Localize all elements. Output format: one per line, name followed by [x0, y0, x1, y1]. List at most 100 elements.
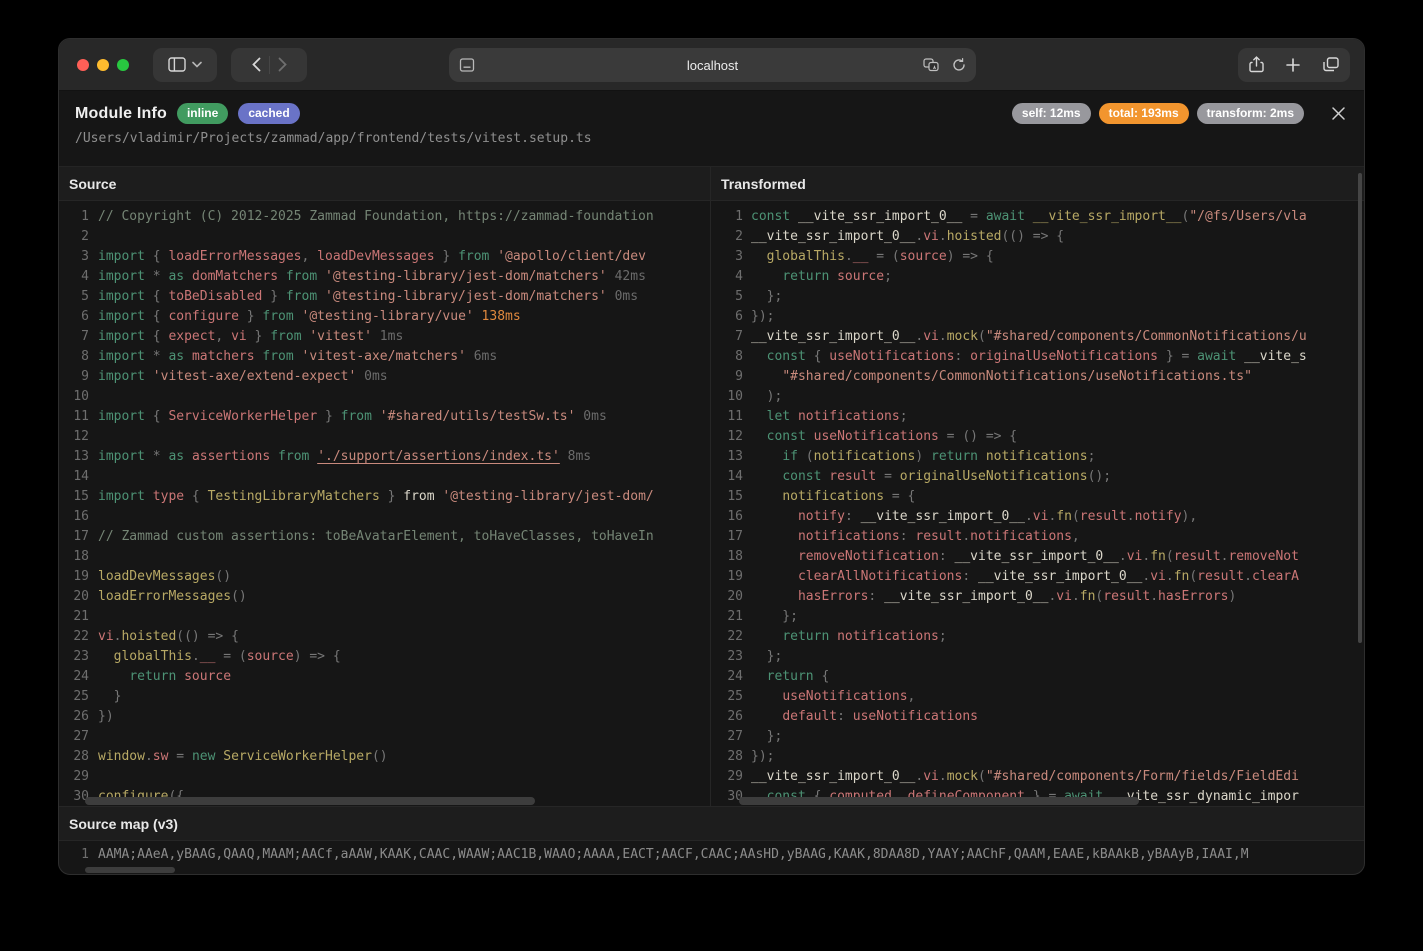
line-number: 28: [59, 747, 89, 767]
code-line: 2: [59, 227, 710, 247]
translate-icon[interactable]: [923, 58, 940, 72]
code-token: domMatchers: [192, 267, 278, 287]
code-token: notifications: [798, 407, 900, 427]
sidebar-toggle-button[interactable]: [153, 48, 217, 82]
code-token: (: [1072, 507, 1080, 527]
code-token: '@testing-library/jest-dom/matchers': [325, 287, 607, 307]
line-number: 23: [711, 647, 743, 667]
horizontal-scrollbar[interactable]: [739, 797, 1139, 805]
code-token: "#shared/components/CommonNotifications/…: [986, 327, 1307, 347]
code-token: from: [270, 447, 317, 467]
tab-overview-icon[interactable]: [1323, 57, 1339, 72]
forward-button[interactable]: [278, 57, 287, 72]
code-token: .: [1244, 567, 1252, 587]
code-token: source: [247, 647, 294, 667]
code-token: :: [868, 587, 884, 607]
module-link[interactable]: './support/assertions/index.ts': [317, 447, 560, 467]
code-token: fn: [1150, 547, 1166, 567]
code-token: ;: [1088, 447, 1096, 467]
code-token: import: [98, 487, 153, 507]
code-token: notifications: [837, 627, 939, 647]
code-token: const: [767, 347, 814, 367]
code-token: hoisted: [947, 227, 1002, 247]
code-token: new: [192, 747, 223, 767]
horizontal-scrollbar[interactable]: [85, 867, 175, 873]
code-token: }: [98, 687, 121, 707]
code-line: 15 notifications = {: [711, 487, 1364, 507]
line-number: 6: [711, 307, 743, 327]
line-number: 29: [711, 767, 743, 787]
code-token: [751, 507, 798, 527]
sourcemap-code[interactable]: 1AAMA;AAeA,yBAAG,QAAQ,MAAM;AACf,aAAW,KAA…: [59, 841, 1364, 875]
code-token: 1ms: [372, 327, 403, 347]
code-token: 8ms: [560, 447, 591, 467]
new-tab-icon[interactable]: [1286, 58, 1300, 72]
reload-icon[interactable]: [952, 58, 966, 72]
zoom-window-button[interactable]: [117, 59, 129, 71]
line-number: 30: [711, 787, 743, 806]
line-number: 26: [59, 707, 89, 727]
transformed-code[interactable]: 1const __vite_ssr_import_0__ = await __v…: [711, 201, 1364, 806]
code-line: 13import * as assertions from './support…: [59, 447, 710, 467]
vertical-scrollbar[interactable]: [1358, 173, 1362, 643]
code-token: // Zammad custom assertions: toBeAvatarE…: [98, 527, 654, 547]
code-token: originalUseNotifications: [900, 467, 1088, 487]
code-token: from: [403, 487, 442, 507]
code-token: 'vitest': [309, 327, 372, 347]
code-token: [751, 447, 782, 467]
code-line: 29: [59, 767, 710, 787]
line-number: 12: [711, 427, 743, 447]
timing-badges: self: 12ms total: 193ms transform: 2ms: [1012, 103, 1304, 124]
line-number: 19: [711, 567, 743, 587]
line-number: 27: [711, 727, 743, 747]
divider: [269, 56, 270, 74]
code-token: [751, 247, 767, 267]
code-token: 0ms: [356, 367, 387, 387]
line-number: 25: [59, 687, 89, 707]
code-token: default: [782, 707, 837, 727]
code-token: = {: [884, 487, 915, 507]
close-icon[interactable]: [1328, 104, 1348, 124]
source-code[interactable]: 1// Copyright (C) 2012-2025 Zammad Found…: [59, 201, 710, 806]
code-token: [751, 267, 782, 287]
code-line: 23 };: [711, 647, 1364, 667]
horizontal-scrollbar[interactable]: [85, 797, 535, 805]
line-number: 18: [711, 547, 743, 567]
address-bar[interactable]: localhost: [449, 48, 976, 82]
line-number: 21: [711, 607, 743, 627]
line-number: 16: [711, 507, 743, 527]
code-token: [98, 667, 129, 687]
code-token: return: [129, 667, 184, 687]
code-token: import: [98, 307, 153, 327]
back-button[interactable]: [252, 57, 261, 72]
line-number: 1: [59, 207, 89, 227]
code-token: [98, 647, 114, 667]
code-line: 1AAMA;AAeA,yBAAG,QAAQ,MAAM;AACf,aAAW,KAA…: [59, 845, 1364, 865]
code-line: 23 globalThis.__ = (source) => {: [59, 647, 710, 667]
code-token: if: [782, 447, 805, 467]
code-line: 1const __vite_ssr_import_0__ = await __v…: [711, 207, 1364, 227]
code-token: const: [782, 467, 829, 487]
code-token: __vite_ssr_import_0__: [751, 327, 915, 347]
minimize-window-button[interactable]: [97, 59, 109, 71]
code-token: }): [98, 707, 114, 727]
url-text[interactable]: localhost: [449, 58, 976, 73]
nav-buttons: [231, 48, 307, 82]
code-line: 17 notifications: result.notifications,: [711, 527, 1364, 547]
code-token: [751, 347, 767, 367]
code-token: 42ms: [607, 267, 646, 287]
close-window-button[interactable]: [77, 59, 89, 71]
line-number: 4: [711, 267, 743, 287]
code-token: notifications: [986, 447, 1088, 467]
code-line: 12 const useNotifications = () => {: [711, 427, 1364, 447]
code-token: import: [98, 347, 153, 367]
share-icon[interactable]: [1249, 56, 1264, 73]
code-token: __: [200, 647, 216, 667]
code-token: return: [782, 267, 837, 287]
code-token: (: [1189, 567, 1197, 587]
line-number: 12: [59, 427, 89, 447]
code-token: import: [98, 327, 153, 347]
code-token: ): [1229, 587, 1237, 607]
line-number: 3: [59, 247, 89, 267]
line-number: 24: [59, 667, 89, 687]
